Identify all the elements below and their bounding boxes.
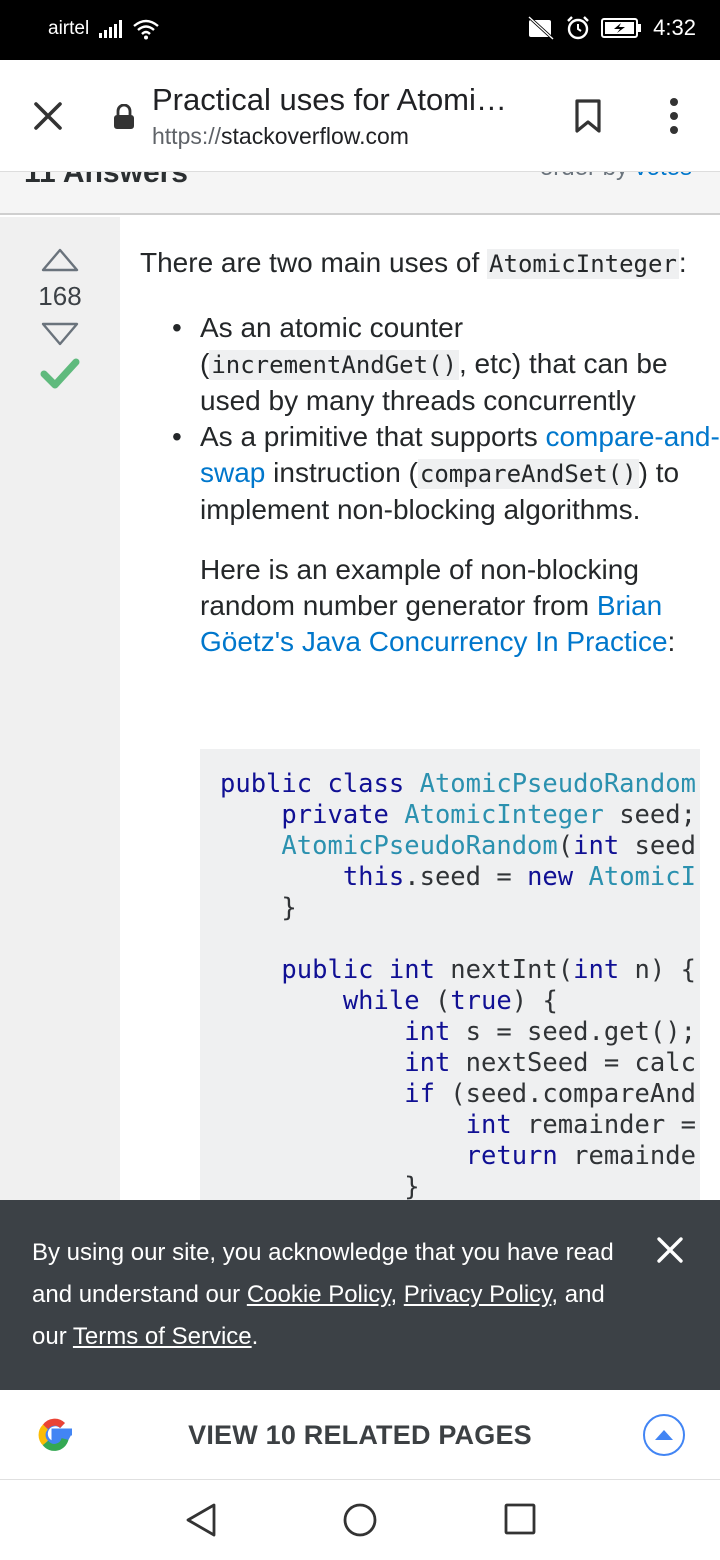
code-token: int	[404, 1048, 451, 1078]
home-icon[interactable]	[342, 1502, 378, 1538]
status-right: 4:32	[527, 15, 696, 41]
code-token: true	[450, 986, 512, 1016]
code-token: public class	[220, 769, 405, 799]
status-left: airtel	[48, 18, 160, 40]
code-token: int	[573, 955, 620, 985]
order-by-votes[interactable]: votes	[635, 172, 692, 181]
status-bar: airtel 4:32	[0, 0, 720, 60]
code-token: while	[342, 986, 420, 1016]
signal-icon	[99, 20, 123, 38]
code-token: if	[404, 1079, 435, 1109]
list-item: As an atomic counter (incrementAndGet(),…	[140, 310, 720, 419]
bookmark-icon[interactable]	[572, 98, 604, 134]
related-pages-bar[interactable]: VIEW 10 RELATED PAGES	[0, 1390, 720, 1480]
page-title[interactable]: Practical uses for Atomi…	[152, 82, 522, 118]
cookie-text: By using our site, you acknowledge that …	[32, 1232, 632, 1358]
order-by[interactable]: order by votes	[540, 172, 692, 182]
vote-score: 168	[38, 281, 82, 311]
recents-icon[interactable]	[504, 1503, 536, 1535]
back-icon[interactable]	[184, 1502, 218, 1538]
inline-code: AtomicInteger	[487, 249, 679, 279]
code-token: return	[465, 1141, 558, 1171]
cookie-separator: ,	[390, 1281, 404, 1308]
url-host: stackoverflow.com	[221, 123, 409, 149]
code-token: int	[404, 1017, 451, 1047]
terms-of-service-link[interactable]: Terms of Service	[73, 1323, 252, 1350]
order-by-label: order by	[540, 172, 628, 181]
close-icon[interactable]	[30, 98, 66, 134]
close-icon[interactable]	[656, 1236, 684, 1264]
answers-header: 11 Answers order by votes	[0, 172, 720, 215]
inline-code: compareAndSet()	[417, 459, 639, 489]
code-token: int	[573, 831, 620, 861]
uses-list: As an atomic counter (incrementAndGet(),…	[140, 310, 720, 528]
alarm-icon	[567, 16, 590, 40]
carrier-name: airtel	[48, 18, 90, 39]
code-token: this	[342, 862, 405, 892]
upvote-icon[interactable]	[40, 247, 80, 273]
answer-paragraph: Here is an example of non-blocking rando…	[200, 552, 720, 660]
wifi-icon	[133, 19, 159, 40]
accepted-check-icon	[40, 358, 80, 389]
code-token: AtomicI	[588, 862, 696, 892]
code-token: private	[281, 800, 389, 830]
answer-intro: There are two main uses of AtomicInteger…	[140, 245, 720, 282]
inline-code: incrementAndGet()	[209, 350, 459, 380]
cookie-banner: By using our site, you acknowledge that …	[0, 1200, 720, 1390]
url-scheme: https://	[152, 123, 222, 149]
clock: 4:32	[653, 15, 696, 40]
paragraph-text: Here is an example of non-blocking rando…	[200, 554, 639, 621]
page-url[interactable]: https://stackoverflow.com	[152, 123, 409, 150]
downvote-icon[interactable]	[40, 321, 80, 347]
code-token: public int	[281, 955, 435, 985]
code-token: int	[465, 1110, 512, 1140]
battery-charging-icon	[601, 18, 642, 38]
related-pages-label[interactable]: VIEW 10 RELATED PAGES	[0, 1420, 720, 1451]
expand-up-icon[interactable]	[642, 1413, 686, 1457]
cookie-end: .	[251, 1323, 259, 1350]
notifications-off-icon	[528, 15, 555, 41]
answer-body: There are two main uses of AtomicInteger…	[140, 245, 720, 660]
cookie-policy-link[interactable]: Cookie Policy	[247, 1281, 391, 1308]
code-text: public class AtomicPseudoRandom private …	[220, 769, 696, 1202]
privacy-policy-link[interactable]: Privacy Policy	[404, 1281, 552, 1308]
code-token: AtomicPseudoRandom	[281, 831, 558, 861]
paragraph-end: :	[667, 626, 676, 657]
list-item: As a primitive that supports compare-and…	[140, 419, 720, 528]
intro-end: :	[678, 247, 687, 278]
system-nav-bar	[0, 1480, 720, 1560]
lock-icon[interactable]	[112, 104, 136, 130]
code-token: AtomicInteger	[404, 800, 604, 830]
bullet-text: instruction (	[265, 457, 418, 488]
intro-text: There are two main uses of	[140, 247, 488, 278]
code-token: AtomicPseudoRandom	[419, 769, 696, 799]
bullet-text: As a primitive that supports	[200, 421, 546, 452]
browser-toolbar: Practical uses for Atomi… https://stacko…	[0, 60, 720, 172]
code-token: new	[527, 862, 574, 892]
answers-count: 11 Answers	[24, 172, 188, 189]
more-vert-icon[interactable]	[664, 96, 684, 136]
